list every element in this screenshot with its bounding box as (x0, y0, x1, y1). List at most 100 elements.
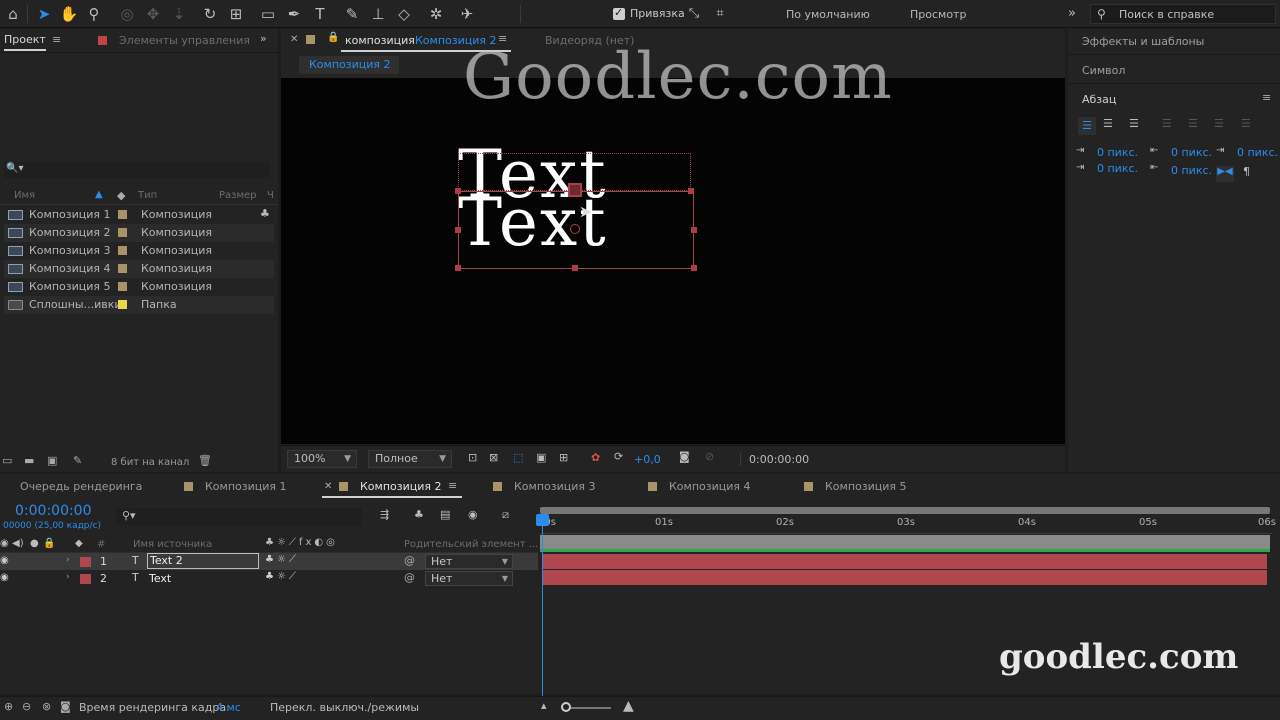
dolly-camera-icon[interactable]: ⇣ (169, 4, 189, 24)
layer-row[interactable]: ◉ › 1 T Text 2 ♣☼⟋ @ Нет ▼ (0, 553, 538, 570)
playhead-line[interactable] (542, 516, 543, 696)
transform-handle[interactable] (691, 227, 697, 233)
puppet-tool-icon[interactable]: ✈ (457, 4, 477, 24)
lock-icon[interactable]: 🔒 (43, 538, 55, 549)
tab-composition-4[interactable]: Композиция 4 (648, 480, 751, 498)
composition-viewer[interactable]: Text Text ➤ (281, 78, 1065, 444)
pick-whip-icon[interactable]: @ (404, 554, 415, 567)
snap-toggle[interactable]: Привязка (613, 6, 685, 20)
panel-more-icon[interactable]: » (260, 32, 267, 45)
column-source-name[interactable]: Имя источника (133, 539, 212, 550)
pan-camera-icon[interactable]: ✥ (143, 4, 163, 24)
snap-checkbox[interactable] (613, 6, 625, 20)
layer-name[interactable]: Text (149, 572, 171, 585)
layer-duration-bar[interactable] (543, 570, 1267, 585)
justify-last-center-icon[interactable]: ☰ (1188, 117, 1198, 130)
close-icon[interactable]: ✕ (290, 34, 298, 45)
tab-composition-5[interactable]: Композиция 5 (804, 480, 907, 498)
column-parent[interactable]: Родительский элемент ... (404, 539, 538, 550)
paragraph-section[interactable]: Абзац ≡ (1068, 87, 1280, 113)
render-time-icon[interactable]: ◙ (60, 700, 71, 713)
shy-layers-icon[interactable]: ▤ (440, 508, 450, 521)
rotation-tool-icon[interactable]: ↻ (200, 4, 220, 24)
rtl-direction-icon[interactable]: ¶ (1243, 165, 1250, 178)
justify-last-left-icon[interactable]: ☰ (1162, 117, 1172, 130)
tab-effect-controls[interactable]: Элементы управления (119, 34, 250, 47)
zoom-tool-icon[interactable]: ⚲ (84, 4, 104, 24)
panel-menu-icon[interactable]: ≡ (448, 479, 457, 492)
list-item[interactable]: Композиция 2 Композиция (4, 224, 274, 242)
orbit-camera-icon[interactable]: ◎ (117, 4, 137, 24)
audio-icon[interactable]: ◀) (12, 538, 24, 549)
layer-duration-bar[interactable] (543, 554, 1267, 569)
in-out-icon[interactable]: ⊗ (42, 700, 51, 713)
indent-right-value[interactable]: 0 пикс. (1237, 146, 1278, 159)
trash-icon[interactable]: 🗑 (198, 454, 212, 467)
column-type[interactable]: Тип (138, 190, 157, 201)
layer-switches[interactable]: ♣☼⟋ (265, 554, 299, 565)
workspace-review[interactable]: Просмотр (910, 8, 966, 21)
grid-options-icon[interactable]: ⊞ (559, 451, 568, 464)
viewer-timecode[interactable]: 0:00:00:00 (740, 453, 809, 466)
transform-handle[interactable] (455, 265, 461, 271)
align-right-icon[interactable]: ☰ (1129, 117, 1139, 130)
justify-last-right-icon[interactable]: ☰ (1214, 117, 1224, 130)
list-item[interactable]: Композиция 3 Композиция (4, 242, 274, 260)
hand-tool-icon[interactable]: ✋ (59, 4, 79, 24)
transform-handle[interactable] (572, 265, 578, 271)
transform-handle[interactable] (455, 227, 461, 233)
timeline-search-input[interactable]: ⚲▾ (116, 508, 362, 525)
align-left-icon[interactable]: ☰ (1078, 117, 1096, 135)
label-tag-icon[interactable]: ◆ (75, 538, 83, 549)
layer-name-field[interactable]: Text 2 (147, 553, 259, 569)
space-after-value[interactable]: 0 пикс. (1171, 164, 1212, 177)
interpret-footage-icon[interactable]: ▭ (2, 454, 12, 467)
transfer-controls-icon[interactable]: ⊖ (22, 700, 31, 713)
panel-menu-icon[interactable]: ≡ (52, 33, 61, 46)
list-item[interactable]: Сплошны...ивки Папка (4, 296, 274, 314)
work-area-bar[interactable] (540, 507, 1270, 514)
breadcrumb[interactable]: Композиция 2 (299, 56, 399, 74)
project-settings-icon[interactable]: ✎ (73, 454, 82, 467)
anchor-point-icon[interactable] (568, 183, 582, 197)
indent-left-value[interactable]: 0 пикс. (1097, 146, 1138, 159)
exposure-value[interactable]: +0,0 (634, 453, 661, 466)
parent-dropdown[interactable]: Нет ▼ (425, 571, 513, 586)
chevron-right-icon[interactable]: › (66, 572, 70, 582)
workspace-more-icon[interactable]: » (1062, 4, 1082, 24)
clone-stamp-tool-icon[interactable]: ⊥ (368, 4, 388, 24)
list-item[interactable]: Композиция 5 Композиция (4, 278, 274, 296)
tab-project[interactable]: Проект (4, 33, 46, 51)
transparency-grid-icon[interactable]: ⊠ (489, 451, 498, 464)
resolution-dropdown[interactable]: Полное ▼ (368, 450, 452, 468)
selection-tool-icon[interactable]: ➤ (34, 4, 54, 24)
timeline-zoom-slider[interactable] (565, 707, 611, 709)
ltr-direction-icon[interactable]: ▶◀ (1216, 166, 1234, 182)
column-extra[interactable]: Ч (267, 190, 274, 201)
region-of-interest-icon[interactable]: ⊡ (468, 451, 477, 464)
new-composition-icon[interactable]: ▣ (47, 454, 57, 467)
mask-visibility-icon[interactable]: ⬚ (513, 451, 523, 464)
label-tag-icon[interactable]: ◆ (117, 189, 125, 202)
home-icon[interactable]: ⌂ (3, 4, 23, 24)
character-section[interactable]: Символ (1068, 58, 1280, 84)
workspace-default[interactable]: По умолчанию (786, 8, 870, 21)
solo-icon[interactable]: ● (30, 538, 39, 549)
list-item[interactable]: Композиция 1 Композиция ♣ (4, 206, 274, 224)
tab-render-queue[interactable]: Очередь рендеринга (20, 480, 142, 498)
motion-blur-icon[interactable]: ⧄ (502, 508, 509, 522)
current-time[interactable]: 0:00:00:00 (15, 503, 92, 519)
tab-composition-1[interactable]: Композиция 1 (184, 480, 287, 498)
show-snapshot-icon[interactable]: ⊘ (705, 450, 714, 463)
layer-row[interactable]: ◉ › 2 T Text ♣☼⟋ @ Нет ▼ (0, 570, 538, 587)
draft-3d-icon[interactable]: ♣ (414, 508, 424, 521)
pan-behind-tool-icon[interactable]: ⊞ (226, 4, 246, 24)
snap-options-icon[interactable]: ⤡ (684, 4, 704, 24)
eraser-tool-icon[interactable]: ◇ (394, 4, 414, 24)
list-item[interactable]: Композиция 4 Композиция (4, 260, 274, 278)
transform-handle[interactable] (691, 265, 697, 271)
layer-switches[interactable]: ♣☼⟋ (265, 571, 299, 582)
roto-brush-tool-icon[interactable]: ✲ (426, 4, 446, 24)
bit-depth[interactable]: 8 бит на канал (111, 457, 189, 468)
zoom-in-icon[interactable]: ▲ (623, 698, 634, 714)
